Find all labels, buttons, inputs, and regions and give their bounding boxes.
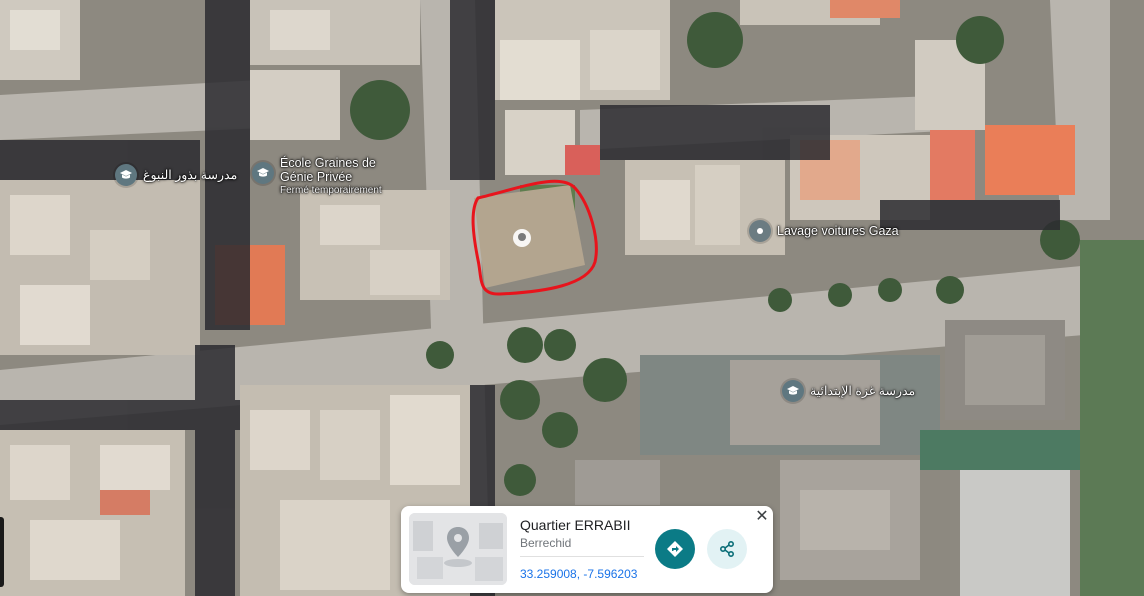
school-icon bbox=[252, 162, 274, 184]
place-thumbnail[interactable] bbox=[409, 513, 507, 585]
poi-label: مدرسة بذور النبوغ bbox=[143, 168, 238, 182]
card-divider bbox=[520, 556, 644, 557]
street-view-thumbnail-icon bbox=[409, 513, 507, 585]
place-pin-icon bbox=[749, 220, 771, 242]
poi-school-1[interactable]: مدرسة بذور النبوغ bbox=[115, 164, 237, 186]
place-card[interactable]: Quartier ERRABII Berrechid 33.259008, -7… bbox=[401, 506, 773, 593]
dropped-pin-icon[interactable] bbox=[513, 229, 531, 247]
place-locality: Berrechid bbox=[520, 536, 572, 550]
school-icon bbox=[782, 380, 804, 402]
place-name: Quartier ERRABII bbox=[520, 517, 631, 533]
side-panel-handle[interactable] bbox=[0, 517, 4, 587]
poi-carwash[interactable]: Lavage voitures Gaza bbox=[749, 220, 899, 242]
school-icon bbox=[115, 164, 137, 186]
close-icon: ✕ bbox=[755, 508, 769, 525]
poi-school-3[interactable]: مدرسة غزة الإبتدائية bbox=[782, 380, 915, 402]
share-button[interactable] bbox=[707, 529, 747, 569]
directions-button[interactable] bbox=[655, 529, 695, 569]
directions-icon bbox=[667, 541, 683, 557]
place-coordinates[interactable]: 33.259008, -7.596203 bbox=[520, 567, 637, 581]
close-button[interactable]: ✕ bbox=[753, 507, 771, 525]
poi-sublabel: Fermé temporairement bbox=[280, 185, 382, 196]
poi-label: École Graines de Génie Privée bbox=[280, 156, 376, 184]
share-icon bbox=[719, 540, 735, 558]
poi-label: مدرسة غزة الإبتدائية bbox=[810, 384, 916, 398]
poi-label: Lavage voitures Gaza bbox=[777, 224, 899, 238]
poi-school-2[interactable]: École Graines de Génie Privée Fermé temp… bbox=[252, 156, 400, 198]
